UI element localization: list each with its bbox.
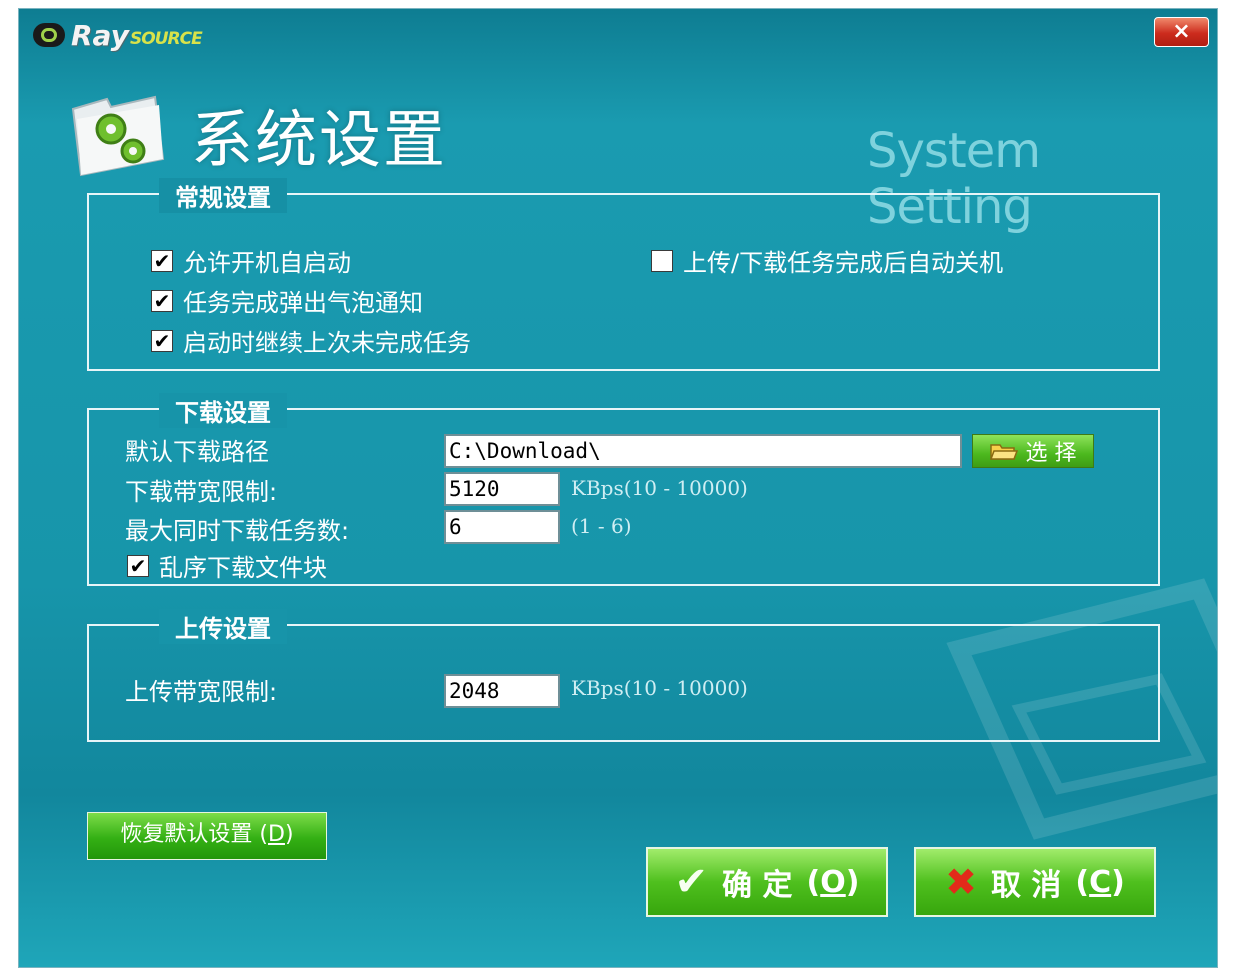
max-tasks-field[interactable]: 6	[444, 510, 560, 544]
download-bandwidth-hint: KBps(10 - 10000)	[571, 476, 748, 500]
cancel-button[interactable]: ✖ 取 消 (C)	[914, 847, 1156, 917]
cancel-hotkey: C	[1089, 864, 1112, 900]
restore-defaults-hotkey: D	[268, 822, 285, 847]
autostart-option[interactable]: ✔ 允许开机自启动	[151, 243, 351, 278]
download-settings-group: 下载设置 默认下载路径 C:\Download\ 选 择 下载带宽限制: 512…	[87, 393, 1160, 586]
logo-ray-text: Ray	[71, 19, 129, 52]
resume-tasks-label: 启动时继续上次未完成任务	[183, 329, 471, 357]
resume-tasks-option[interactable]: ✔ 启动时继续上次未完成任务	[151, 323, 471, 358]
cancel-hotkey-wrap: (C)	[1075, 864, 1125, 900]
random-order-option[interactable]: ✔ 乱序下载文件块	[127, 548, 327, 583]
title-bar[interactable]: Ray SOURCE ×	[19, 9, 1217, 61]
upload-settings-legend: 上传设置	[159, 609, 287, 644]
download-settings-legend: 下载设置	[159, 393, 287, 428]
upload-settings-group: 上传设置 上传带宽限制: 2048 KBps(10 - 10000)	[87, 609, 1160, 742]
max-tasks-label: 最大同时下载任务数:	[125, 517, 350, 545]
ok-hotkey-wrap: (O)	[806, 864, 860, 900]
upload-bandwidth-label: 上传带宽限制:	[125, 678, 278, 706]
general-settings-group: 常规设置 ✔ 允许开机自启动 ✔ 任务完成弹出气泡通知 ✔ 启动时继续上次未完成…	[87, 178, 1160, 371]
ok-hotkey: O	[820, 864, 846, 900]
gear-folder-icon	[71, 95, 165, 177]
bubble-notify-option[interactable]: ✔ 任务完成弹出气泡通知	[151, 283, 423, 318]
auto-shutdown-option[interactable]: 上传/下载任务完成后自动关机	[651, 243, 1003, 278]
autostart-label: 允许开机自启动	[183, 249, 351, 277]
folder-open-icon	[989, 444, 1018, 460]
bubble-notify-label: 任务完成弹出气泡通知	[183, 289, 423, 317]
download-bandwidth-field[interactable]: 5120	[444, 472, 560, 506]
download-bandwidth-label: 下载带宽限制:	[125, 478, 278, 506]
ok-button[interactable]: ✔ 确 定 (O)	[646, 847, 888, 917]
download-path-label: 默认下载路径	[125, 438, 269, 466]
logo-source-text: SOURCE	[130, 29, 203, 49]
random-order-checkbox[interactable]: ✔	[127, 554, 149, 577]
check-icon: ✔	[674, 859, 709, 905]
auto-shutdown-label: 上传/下载任务完成后自动关机	[683, 249, 1004, 277]
max-tasks-hint: (1 - 6)	[571, 514, 632, 538]
restore-defaults-button[interactable]: 恢复默认设置 (D)	[87, 812, 327, 860]
settings-dialog: Ray SOURCE × 系统设置 System Setting 常规设置 ✔ …	[18, 8, 1218, 968]
page-title: 系统设置	[191, 103, 448, 176]
select-folder-button[interactable]: 选 择	[972, 434, 1094, 468]
ok-label: 确 定	[722, 868, 793, 903]
autostart-checkbox[interactable]: ✔	[151, 249, 173, 272]
download-path-field[interactable]: C:\Download\	[444, 434, 962, 468]
x-icon: ✖	[945, 860, 977, 904]
cancel-label: 取 消	[990, 868, 1062, 903]
select-folder-label: 选 择	[1025, 441, 1077, 466]
restore-defaults-label: 恢复默认设置	[120, 822, 253, 847]
upload-bandwidth-field[interactable]: 2048	[444, 674, 560, 708]
bubble-notify-checkbox[interactable]: ✔	[151, 289, 173, 312]
auto-shutdown-checkbox[interactable]	[651, 249, 673, 272]
random-order-label: 乱序下载文件块	[159, 554, 327, 582]
general-settings-legend: 常规设置	[159, 178, 287, 213]
upload-bandwidth-hint: KBps(10 - 10000)	[571, 676, 748, 700]
close-button[interactable]: ×	[1154, 17, 1209, 47]
raysource-logo-icon	[33, 23, 65, 47]
resume-tasks-checkbox[interactable]: ✔	[151, 329, 173, 352]
